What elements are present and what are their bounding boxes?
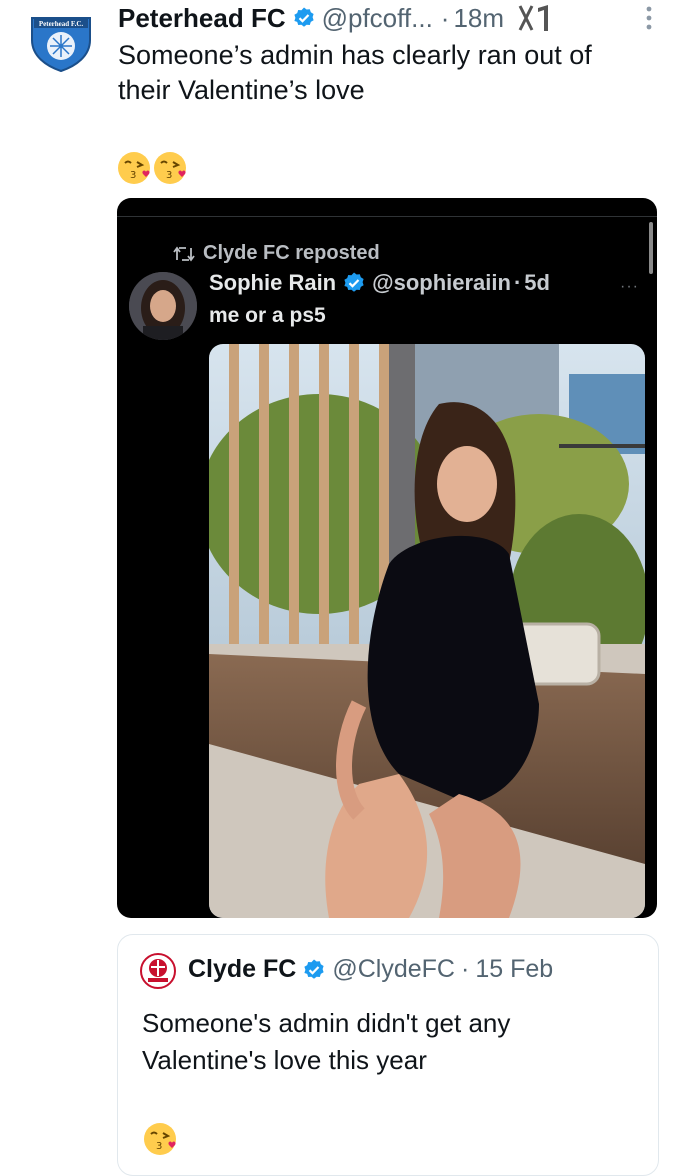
quote-tweet[interactable]: Clyde FC @ClydeFC · 15 Feb Someone's adm… — [117, 934, 659, 1176]
clyde-crest-icon — [140, 953, 176, 989]
inner-separator-dot: · — [513, 270, 522, 295]
x-logo-icon — [518, 5, 549, 31]
tweet-text: Someone’s admin has clearly ran out of t… — [118, 40, 592, 105]
inner-more-icon: ··· — [620, 278, 639, 295]
inner-time: 5d — [524, 270, 550, 295]
quote-text: Someone's admin didn't get any Valentine… — [142, 1008, 511, 1075]
repost-label: Clyde FC reposted — [203, 242, 380, 264]
quote-header: Clyde FC @ClydeFC · 15 Feb — [188, 955, 553, 984]
kissing-face-icon: 3 — [144, 1123, 176, 1155]
embedded-screenshot[interactable]: Clyde FC reposted Sophie Rain @sophierai… — [117, 198, 657, 918]
tweet-time[interactable]: 18m — [453, 3, 504, 34]
svg-text:3: 3 — [166, 170, 172, 181]
svg-text:3: 3 — [156, 1141, 162, 1152]
quote-author-handle[interactable]: @ClydeFC — [332, 955, 455, 984]
crest-text: Peterhead F.C. — [39, 20, 84, 28]
quote-separator-dot: · — [460, 955, 470, 983]
kissing-face-icon: 3 — [154, 152, 186, 184]
inner-tweet-header: Sophie Rain @sophieraiin · 5d — [209, 270, 550, 296]
repost-icon — [173, 246, 195, 261]
author-handle[interactable]: @pfcoff... — [322, 3, 433, 34]
tweet-emoji-row: 3 3 — [116, 150, 188, 186]
scrollbar — [649, 222, 653, 274]
inner-tweet-text: me or a ps5 — [209, 304, 326, 327]
verified-badge-icon — [344, 272, 364, 292]
kissing-face-icon: 3 — [118, 152, 150, 184]
inner-author-name: Sophie Rain — [209, 270, 337, 295]
avatar-photo-icon — [129, 272, 197, 340]
avatar-sophie — [129, 272, 197, 340]
divider — [117, 216, 657, 217]
separator-dot: · — [440, 2, 450, 33]
peterhead-crest-icon: Peterhead F.C. — [31, 17, 91, 73]
svg-text:3: 3 — [130, 170, 136, 181]
author-name[interactable]: Peterhead FC — [118, 3, 286, 34]
quote-date[interactable]: 15 Feb — [475, 955, 553, 984]
more-options-icon[interactable] — [646, 6, 652, 30]
avatar-peterhead[interactable]: Peterhead F.C. — [26, 10, 96, 73]
photo-icon — [209, 344, 645, 918]
repost-indicator: Clyde FC reposted — [173, 242, 380, 265]
tweet-photo — [209, 344, 645, 918]
tweet-header: Peterhead FC @pfcoff... · 18m — [118, 0, 660, 36]
verified-badge-icon — [294, 7, 314, 27]
inner-author-handle: @sophieraiin — [372, 270, 511, 295]
verified-badge-icon — [304, 959, 324, 979]
quote-author-name[interactable]: Clyde FC — [188, 955, 296, 984]
